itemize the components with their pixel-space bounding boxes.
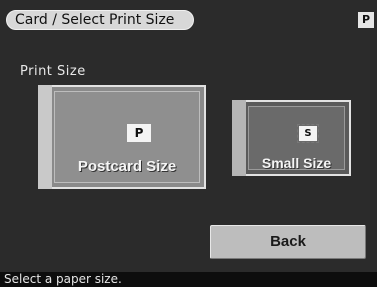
postcard-size-button[interactable]: P Postcard Size: [38, 85, 206, 189]
card-edge: [232, 100, 246, 176]
postcard-size-label: Postcard Size: [77, 158, 177, 175]
card-face: S Small Size: [248, 106, 345, 171]
print-mode-indicator: P: [358, 12, 374, 28]
status-message: Select a paper size.: [0, 272, 377, 287]
card-edge: [38, 85, 52, 189]
print-size-screen: Card / Select Print Size P Print Size P …: [0, 0, 377, 287]
card-face: P Postcard Size: [54, 91, 200, 183]
screen-title: Card / Select Print Size: [6, 10, 194, 30]
small-size-label: Small Size: [261, 155, 332, 171]
small-size-button[interactable]: S Small Size: [232, 100, 351, 176]
back-button[interactable]: Back: [210, 225, 366, 259]
small-badge: S: [297, 124, 319, 143]
postcard-badge: P: [127, 124, 151, 142]
print-size-label: Print Size: [20, 64, 86, 79]
